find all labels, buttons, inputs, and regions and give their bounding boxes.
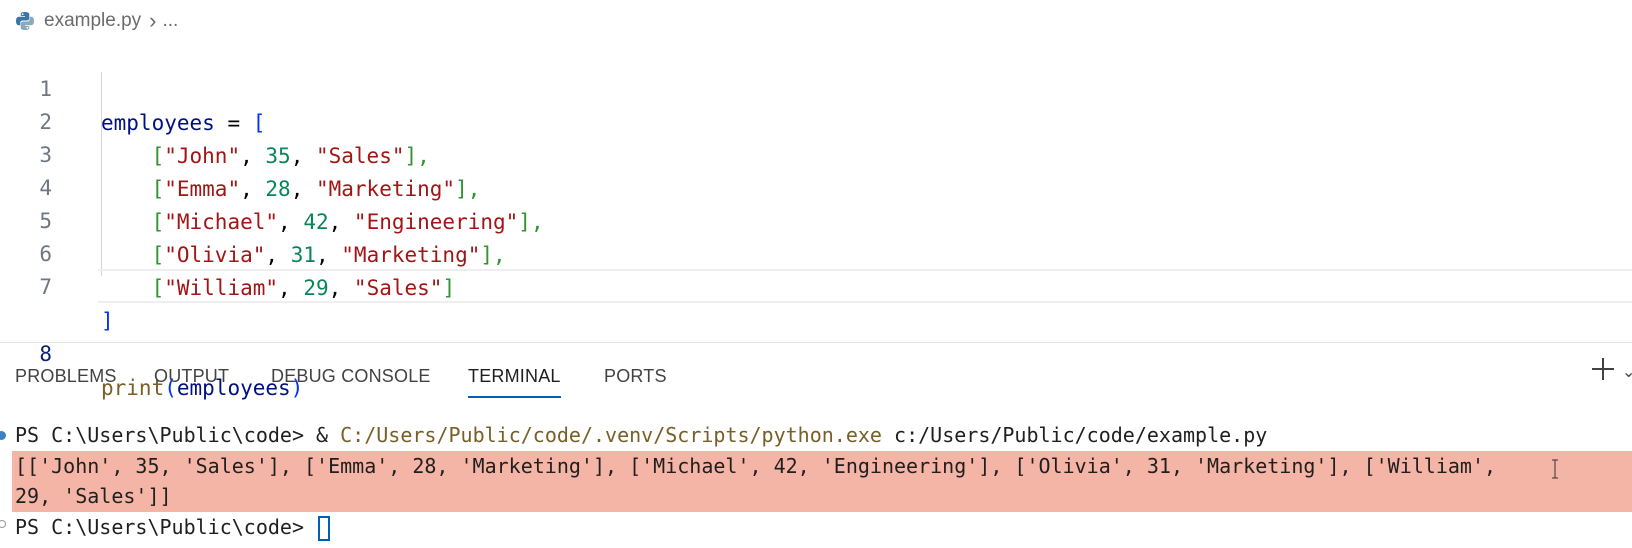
terminal-output-highlight: [['John', 35, 'Sales'], ['Emma', 28, 'Ma… bbox=[12, 451, 1632, 512]
python-file-icon bbox=[14, 10, 36, 32]
chevron-down-icon[interactable]: ⌄ bbox=[1622, 362, 1632, 382]
text-cursor-icon bbox=[1552, 459, 1558, 479]
terminal-output-line: 29, 'Sales']] bbox=[15, 484, 172, 508]
chevron-right-icon: › bbox=[149, 8, 157, 33]
breadcrumb: example.py › ... bbox=[14, 7, 178, 35]
code-line-2[interactable]: 2 ["John", 35, "Sales"], bbox=[0, 71, 1632, 168]
terminal-exe: C:/Users/Public/code/.venv/Scripts/pytho… bbox=[340, 423, 882, 447]
code-line-6[interactable]: 6 ["William", 29, "Sales"] bbox=[0, 203, 1632, 300]
plus-icon bbox=[1592, 358, 1614, 380]
tab-debug-console[interactable]: DEBUG CONSOLE bbox=[271, 352, 431, 400]
empty-decoration-icon[interactable] bbox=[0, 520, 6, 528]
terminal-prompt: PS C:\Users\Public\code> bbox=[15, 515, 317, 539]
code-line-1[interactable]: 1 employees = [ bbox=[0, 38, 1632, 135]
tab-output[interactable]: OUTPUT bbox=[154, 352, 229, 400]
tab-problems[interactable]: PROBLEMS bbox=[15, 352, 117, 400]
code-editor[interactable]: 1 employees = [ 2 ["John", 35, "Sales"],… bbox=[0, 38, 1632, 400]
breadcrumb-more[interactable]: ... bbox=[163, 10, 179, 32]
tab-ports[interactable]: PORTS bbox=[604, 352, 667, 400]
panel-tabs: PROBLEMS OUTPUT DEBUG CONSOLE TERMINAL P… bbox=[0, 352, 1632, 400]
panel-divider bbox=[0, 342, 1632, 343]
code-line-8[interactable]: 8 print(employees) bbox=[0, 269, 1632, 400]
breadcrumb-file[interactable]: example.py bbox=[44, 10, 141, 32]
bracket-token: ] bbox=[101, 309, 114, 333]
code-line-5[interactable]: 5 ["Olivia", 31, "Marketing"], bbox=[0, 170, 1632, 267]
terminal-arg: c:/Users/Public/code/example.py bbox=[881, 423, 1268, 447]
terminal-prompt: PS C:\Users\Public\code> bbox=[15, 423, 317, 447]
new-terminal-button[interactable] bbox=[1590, 356, 1616, 382]
terminal-cursor bbox=[318, 516, 331, 541]
code-line-7[interactable]: 7 ] bbox=[0, 236, 1632, 333]
terminal-command-line: PS C:\Users\Public\code> & C:/Users/Publ… bbox=[15, 420, 1267, 451]
terminal-output-line: [['John', 35, 'Sales'], ['Emma', 28, 'Ma… bbox=[15, 454, 1497, 478]
tab-terminal[interactable]: TERMINAL bbox=[468, 352, 561, 400]
current-line-highlight bbox=[98, 269, 1632, 303]
terminal-amp: & bbox=[316, 423, 341, 447]
terminal-prompt-line[interactable]: PS C:\Users\Public\code> bbox=[15, 512, 331, 543]
code-line-4[interactable]: 4 ["Michael", 42, "Engineering"], bbox=[0, 137, 1632, 234]
code-line-3[interactable]: 3 ["Emma", 28, "Marketing"], bbox=[0, 104, 1632, 201]
